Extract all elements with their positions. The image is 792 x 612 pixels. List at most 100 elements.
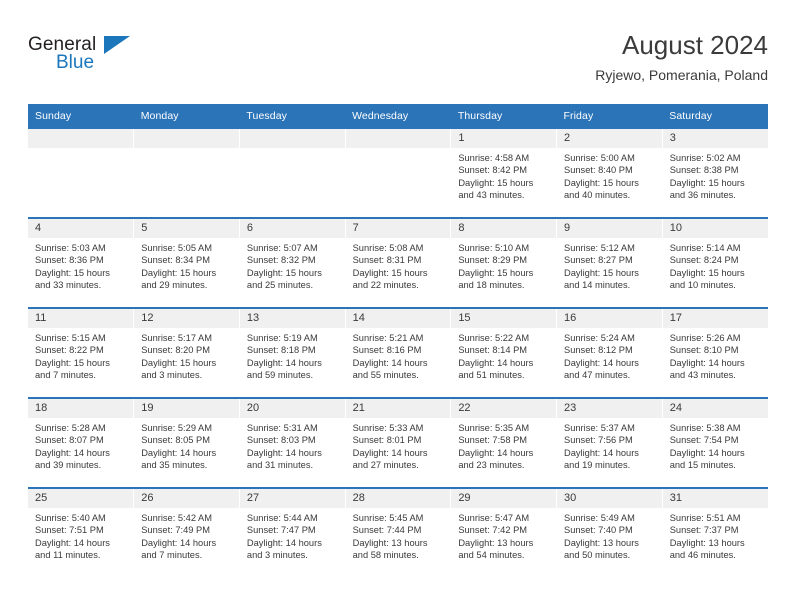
day-cell-inner: 31 Sunrise: 5:51 AM Sunset: 7:37 PM Dayligh… bbox=[662, 489, 768, 577]
day-details: Sunrise: 5:02 AM Sunset: 8:38 PM Daylight:… bbox=[663, 148, 768, 202]
daylight-duration-line2: and 43 minutes. bbox=[669, 370, 736, 381]
daylight-duration-line2: and 3 minutes. bbox=[141, 370, 203, 381]
sunset-time: Sunset: 8:22 PM bbox=[35, 345, 104, 356]
calendar-day-cell[interactable]: 16 Sunrise: 5:24 AM Sunset: 8:12 PM Dayligh… bbox=[556, 307, 663, 398]
day-number: 20 bbox=[239, 399, 345, 418]
weekday-header-tuesday: Tuesday bbox=[239, 104, 346, 128]
calendar-day-cell[interactable]: 11 Sunrise: 5:15 AM Sunset: 8:22 PM Dayligh… bbox=[28, 307, 135, 398]
day-number: 11 bbox=[28, 309, 134, 328]
day-number: 16 bbox=[557, 309, 662, 328]
sunset-time: Sunset: 8:32 PM bbox=[246, 255, 316, 266]
daylight-duration-line1: Daylight: 15 hours bbox=[458, 177, 534, 188]
weekday-header-sunday: Sunday bbox=[28, 104, 134, 128]
daylight-duration-line2: and 3 minutes. bbox=[246, 550, 308, 561]
day-number: 24 bbox=[662, 399, 768, 418]
calendar-day-cell[interactable]: 6 Sunrise: 5:07 AM Sunset: 8:32 PM Daylight… bbox=[239, 217, 346, 308]
sunset-time: Sunset: 8:10 PM bbox=[669, 345, 739, 356]
sunrise-time: Sunrise: 5:26 AM bbox=[669, 333, 741, 343]
daylight-duration-line2: and 36 minutes. bbox=[669, 190, 736, 201]
day-details: Sunrise: 5:26 AM Sunset: 8:10 PM Daylight:… bbox=[663, 328, 768, 382]
day-number: 14 bbox=[345, 309, 451, 328]
day-cell-inner: 22 Sunrise: 5:35 AM Sunset: 7:58 PM Dayligh… bbox=[451, 399, 557, 487]
calendar-day-cell[interactable]: 10 Sunrise: 5:14 AM Sunset: 8:24 PM Dayligh… bbox=[662, 217, 768, 308]
daylight-duration-line1: Daylight: 15 hours bbox=[352, 267, 428, 278]
calendar-day-cell[interactable]: 5 Sunrise: 5:05 AM Sunset: 8:34 PM Daylight… bbox=[133, 217, 240, 308]
day-cell-inner: 28 Sunrise: 5:45 AM Sunset: 7:44 PM Dayligh… bbox=[345, 489, 451, 577]
sunset-time: Sunset: 7:40 PM bbox=[564, 525, 633, 536]
daylight-duration-line1: Daylight: 14 hours bbox=[141, 447, 217, 458]
calendar-day-cell[interactable]: 12 Sunrise: 5:17 AM Sunset: 8:20 PM Dayligh… bbox=[133, 307, 240, 398]
general-blue-logo[interactable]: General Blue bbox=[28, 34, 228, 84]
sunrise-time: Sunrise: 5:40 AM bbox=[35, 513, 106, 523]
calendar-day-cell[interactable]: 29 Sunrise: 5:47 AM Sunset: 7:42 PM Dayligh… bbox=[450, 487, 558, 577]
sunrise-time: Sunrise: 5:49 AM bbox=[564, 513, 635, 523]
daylight-duration-line2: and 33 minutes. bbox=[35, 280, 102, 291]
calendar-day-cell-empty bbox=[133, 127, 240, 218]
sunrise-time: Sunrise: 5:10 AM bbox=[458, 243, 530, 253]
calendar-day-cell[interactable]: 14 Sunrise: 5:21 AM Sunset: 8:16 PM Dayligh… bbox=[345, 307, 452, 398]
daylight-duration-line1: Daylight: 14 hours bbox=[458, 447, 534, 458]
day-details: Sunrise: 5:35 AM Sunset: 7:58 PM Daylight:… bbox=[451, 418, 556, 472]
sunrise-time: Sunrise: 5:12 AM bbox=[564, 243, 635, 253]
calendar-day-cell[interactable]: 21 Sunrise: 5:33 AM Sunset: 8:01 PM Dayligh… bbox=[345, 397, 452, 488]
daylight-duration-line1: Daylight: 14 hours bbox=[246, 537, 322, 548]
day-details: Sunrise: 5:19 AM Sunset: 8:18 PM Daylight:… bbox=[240, 328, 345, 382]
calendar-day-cell[interactable]: 2 Sunrise: 5:00 AM Sunset: 8:40 PM Daylight… bbox=[556, 127, 663, 218]
sunrise-time: Sunrise: 5:07 AM bbox=[246, 243, 318, 253]
day-number: 28 bbox=[345, 489, 451, 508]
day-details: Sunrise: 5:14 AM Sunset: 8:24 PM Daylight:… bbox=[663, 238, 768, 292]
calendar-day-cell[interactable]: 30 Sunrise: 5:49 AM Sunset: 7:40 PM Dayligh… bbox=[556, 487, 663, 577]
calendar-day-cell[interactable]: 28 Sunrise: 5:45 AM Sunset: 7:44 PM Dayligh… bbox=[345, 487, 452, 577]
calendar-day-cell[interactable]: 20 Sunrise: 5:31 AM Sunset: 8:03 PM Dayligh… bbox=[239, 397, 346, 488]
sunset-time: Sunset: 7:47 PM bbox=[246, 525, 316, 536]
calendar-day-cell[interactable]: 3 Sunrise: 5:02 AM Sunset: 8:38 PM Daylight… bbox=[662, 127, 768, 218]
day-number: 30 bbox=[557, 489, 662, 508]
calendar-day-cell[interactable]: 9 Sunrise: 5:12 AM Sunset: 8:27 PM Daylight… bbox=[556, 217, 663, 308]
day-details: Sunrise: 5:17 AM Sunset: 8:20 PM Daylight:… bbox=[134, 328, 239, 382]
day-number: 5 bbox=[134, 219, 239, 238]
sunrise-time: Sunrise: 5:35 AM bbox=[458, 423, 530, 433]
sunset-time: Sunset: 8:16 PM bbox=[352, 345, 422, 356]
sunset-time: Sunset: 8:42 PM bbox=[458, 165, 528, 176]
daylight-duration-line2: and 47 minutes. bbox=[564, 370, 631, 381]
day-cell-inner: 12 Sunrise: 5:17 AM Sunset: 8:20 PM Dayligh… bbox=[134, 309, 239, 397]
calendar-day-cell[interactable]: 19 Sunrise: 5:29 AM Sunset: 8:05 PM Dayligh… bbox=[133, 397, 240, 488]
page-title: August 2024 bbox=[621, 30, 768, 60]
sunrise-time: Sunrise: 5:22 AM bbox=[458, 333, 530, 343]
calendar-day-cell[interactable]: 22 Sunrise: 5:35 AM Sunset: 7:58 PM Dayligh… bbox=[450, 397, 558, 488]
day-cell-inner: 23 Sunrise: 5:37 AM Sunset: 7:56 PM Dayligh… bbox=[557, 399, 662, 487]
calendar-day-cell[interactable]: 8 Sunrise: 5:10 AM Sunset: 8:29 PM Daylight… bbox=[450, 217, 558, 308]
calendar-day-cell[interactable]: 4 Sunrise: 5:03 AM Sunset: 8:36 PM Daylight… bbox=[28, 217, 135, 308]
day-cell-inner bbox=[134, 129, 239, 217]
sunrise-time: Sunrise: 5:29 AM bbox=[141, 423, 213, 433]
calendar-day-cell[interactable]: 31 Sunrise: 5:51 AM Sunset: 7:37 PM Dayligh… bbox=[662, 487, 768, 577]
calendar-day-cell[interactable]: 26 Sunrise: 5:42 AM Sunset: 7:49 PM Dayligh… bbox=[133, 487, 240, 577]
daylight-duration-line1: Daylight: 15 hours bbox=[35, 267, 110, 278]
calendar-day-cell-empty bbox=[239, 127, 346, 218]
calendar-day-cell[interactable]: 27 Sunrise: 5:44 AM Sunset: 7:47 PM Dayligh… bbox=[239, 487, 346, 577]
weekday-header-monday: Monday bbox=[133, 104, 240, 128]
calendar-day-cell[interactable]: 1 Sunrise: 4:58 AM Sunset: 8:42 PM Daylight… bbox=[450, 127, 558, 218]
sunrise-time: Sunrise: 5:02 AM bbox=[669, 153, 741, 163]
day-details: Sunrise: 5:24 AM Sunset: 8:12 PM Daylight:… bbox=[557, 328, 662, 382]
location-subtitle: Ryjewo, Pomerania, Poland bbox=[595, 67, 768, 83]
day-cell-inner: 11 Sunrise: 5:15 AM Sunset: 8:22 PM Dayligh… bbox=[28, 309, 134, 397]
day-details: Sunrise: 5:22 AM Sunset: 8:14 PM Daylight:… bbox=[451, 328, 556, 382]
day-details: Sunrise: 5:05 AM Sunset: 8:34 PM Daylight:… bbox=[134, 238, 239, 292]
day-details: Sunrise: 5:10 AM Sunset: 8:29 PM Daylight:… bbox=[451, 238, 556, 292]
day-cell-inner: 19 Sunrise: 5:29 AM Sunset: 8:05 PM Dayligh… bbox=[134, 399, 239, 487]
daylight-duration-line1: Daylight: 13 hours bbox=[564, 537, 639, 548]
daylight-duration-line1: Daylight: 14 hours bbox=[141, 537, 217, 548]
daylight-duration-line2: and 55 minutes. bbox=[352, 370, 419, 381]
calendar-day-cell[interactable]: 23 Sunrise: 5:37 AM Sunset: 7:56 PM Dayligh… bbox=[556, 397, 663, 488]
calendar-day-cell[interactable]: 13 Sunrise: 5:19 AM Sunset: 8:18 PM Dayligh… bbox=[239, 307, 346, 398]
calendar-day-cell[interactable]: 7 Sunrise: 5:08 AM Sunset: 8:31 PM Daylight… bbox=[345, 217, 452, 308]
calendar-day-cell[interactable]: 18 Sunrise: 5:28 AM Sunset: 8:07 PM Dayligh… bbox=[28, 397, 135, 488]
calendar-header-row: Sunday Monday Tuesday Wednesday Thursday… bbox=[28, 104, 768, 128]
daylight-duration-line2: and 10 minutes. bbox=[669, 280, 736, 291]
calendar-day-cell[interactable]: 15 Sunrise: 5:22 AM Sunset: 8:14 PM Dayligh… bbox=[450, 307, 558, 398]
day-cell-inner: 20 Sunrise: 5:31 AM Sunset: 8:03 PM Dayligh… bbox=[239, 399, 345, 487]
calendar-day-cell[interactable]: 24 Sunrise: 5:38 AM Sunset: 7:54 PM Dayligh… bbox=[662, 397, 768, 488]
calendar-day-cell[interactable]: 25 Sunrise: 5:40 AM Sunset: 7:51 PM Dayligh… bbox=[28, 487, 135, 577]
calendar-day-cell[interactable]: 17 Sunrise: 5:26 AM Sunset: 8:10 PM Dayligh… bbox=[662, 307, 768, 398]
